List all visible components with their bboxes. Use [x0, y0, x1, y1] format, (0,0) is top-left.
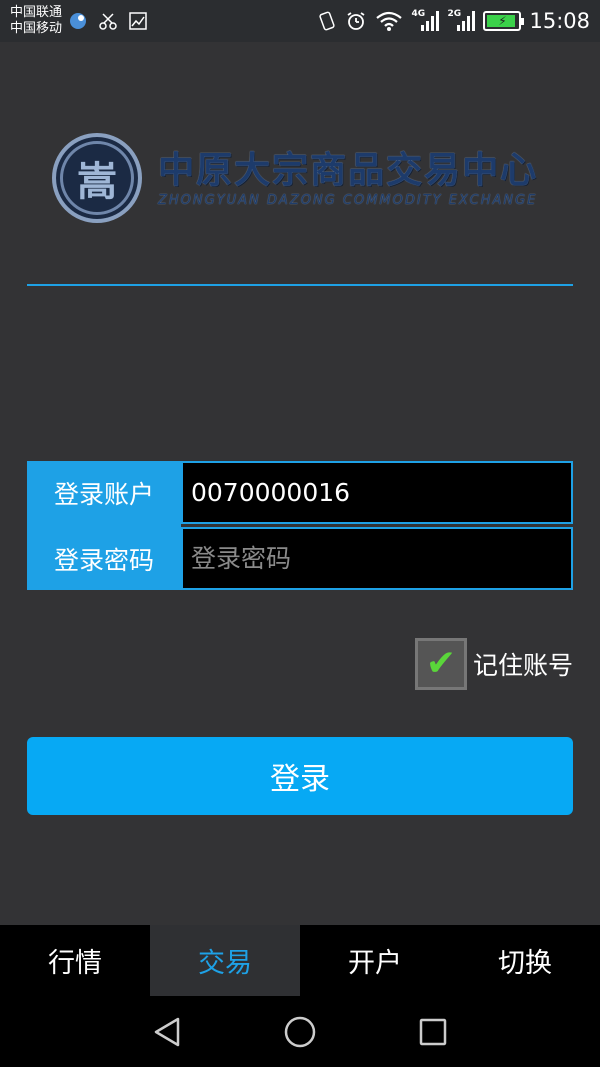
- bottom-tab-bar: 行情 交易 开户 切换: [0, 925, 600, 996]
- system-nav-bar: [0, 996, 600, 1067]
- logo-emblem-char: 嵩: [77, 158, 117, 205]
- carrier-1: 中国联通: [10, 5, 63, 20]
- password-field-box: [181, 527, 573, 590]
- checkmark-icon: ✔: [425, 643, 457, 684]
- remember-label: 记住账号: [472, 651, 573, 680]
- exchange-logo: 嵩 中原大宗商品交易中心 ZHONGYUAN DAZONG COMMODITY …: [52, 132, 552, 224]
- wifi-icon: [375, 10, 403, 32]
- weather-icon: [68, 11, 88, 31]
- status-time: 15:08: [529, 9, 590, 33]
- back-icon[interactable]: [147, 1012, 187, 1052]
- network-type-2: 2G: [447, 9, 462, 19]
- login-button[interactable]: 登录: [27, 737, 573, 815]
- carrier-2: 中国移动: [10, 21, 63, 36]
- battery-charging-icon: ⚡: [483, 11, 525, 31]
- password-row: 登录密码: [27, 527, 573, 590]
- tab-market[interactable]: 行情: [0, 925, 150, 996]
- remember-account[interactable]: ✔ 记住账号: [414, 638, 573, 690]
- network-type-1: 4G: [411, 9, 426, 19]
- login-form: 登录账户 登录密码: [27, 461, 573, 590]
- vibrate-icon: [317, 10, 337, 32]
- tab-switch[interactable]: 切换: [450, 925, 600, 996]
- tab-trade[interactable]: 交易: [150, 925, 300, 996]
- account-input[interactable]: [191, 478, 571, 507]
- logo-name-en: ZHONGYUAN DAZONG COMMODITY EXCHANGE: [158, 192, 538, 208]
- recents-icon[interactable]: [413, 1012, 453, 1052]
- logo-name-cn: 中原大宗商品交易中心: [158, 149, 539, 191]
- account-row: 登录账户: [27, 461, 573, 524]
- account-field-box: [181, 461, 573, 524]
- remember-checkbox[interactable]: ✔: [414, 638, 467, 690]
- logo-emblem-icon: 嵩: [52, 133, 142, 223]
- status-bar: 中国联通 中国移动 4G 2G ⚡ 15:08: [0, 0, 600, 42]
- password-input[interactable]: [191, 544, 571, 573]
- tab-open-account[interactable]: 开户: [300, 925, 450, 996]
- alarm-icon: [345, 10, 367, 32]
- scissors-icon: [98, 11, 118, 31]
- password-label: 登录密码: [27, 527, 181, 590]
- account-label: 登录账户: [27, 461, 181, 524]
- home-icon[interactable]: [280, 1012, 320, 1052]
- carrier-info: 中国联通 中国移动: [10, 5, 62, 37]
- signal-2g-icon: 2G: [447, 9, 476, 33]
- divider-line: [27, 284, 573, 286]
- signal-4g-icon: 4G: [411, 9, 440, 33]
- image-icon: [128, 11, 148, 31]
